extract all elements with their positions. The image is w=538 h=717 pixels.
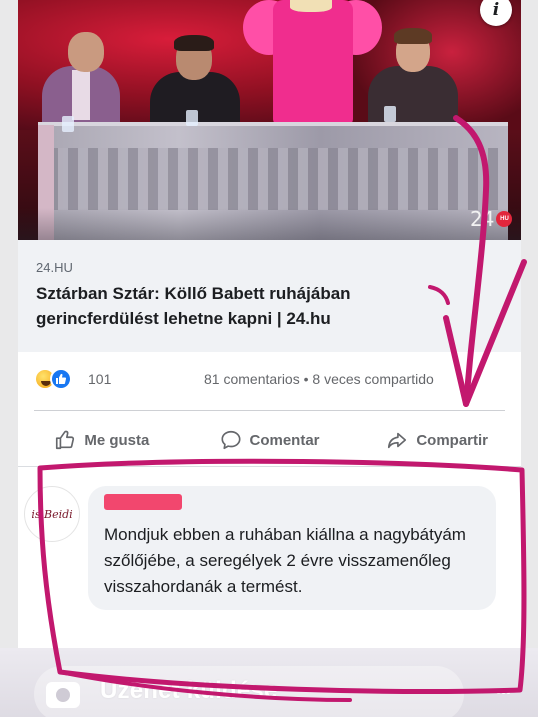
message-input[interactable]: Üzenet küldése [100, 677, 278, 705]
like-button-label: Me gusta [84, 431, 150, 449]
more-options-icon[interactable]: ... [496, 678, 511, 699]
pink-dress [273, 0, 353, 125]
comment-bubble[interactable]: Mondjuk ebben a ruhában kiállna a nagybá… [88, 486, 496, 610]
avatar[interactable]: is Beidi [24, 486, 80, 542]
link-preview[interactable]: 24.HU Sztárban Sztár: Köllő Babett ruháj… [18, 240, 521, 352]
judge-4-hair [394, 28, 432, 44]
link-source: 24.HU [36, 260, 73, 275]
share-button[interactable]: Compartir [353, 418, 521, 462]
judges-desk-panel [48, 148, 498, 210]
singer-hair [290, 0, 332, 12]
divider [18, 466, 521, 467]
judge-1-head [68, 32, 104, 72]
water-glass [62, 116, 74, 132]
judge-4-body [368, 66, 458, 130]
judge-1-shirt [72, 70, 90, 120]
share-arrow-icon [388, 432, 407, 449]
screenshot: i 24 HU 24.HU Sztárban Sztár: Köllő Babe… [0, 0, 538, 717]
comment: is Beidi Mondjuk ebben a ruhában kiállna… [18, 478, 521, 648]
water-glass [384, 106, 396, 122]
like-button[interactable]: Me gusta [18, 418, 186, 462]
reaction-count[interactable]: 101 [88, 371, 111, 387]
message-bar: Üzenet küldése ... [0, 648, 538, 717]
comments-shares-count[interactable]: 81 comentarios • 8 veces compartido [204, 371, 434, 387]
divider [34, 410, 505, 411]
channel-logo-badge: HU [496, 211, 513, 227]
reaction-icons[interactable] [34, 368, 78, 390]
comment-text: Mondjuk ebben a ruhában kiállna a nagybá… [104, 525, 466, 596]
comment-bubble-icon [220, 430, 241, 450]
channel-logo-text: 24 [470, 207, 494, 231]
water-glass [186, 110, 198, 126]
post-actions: Me gusta Comentar Compartir [18, 418, 521, 462]
channel-logo: 24 HU [470, 207, 513, 231]
link-thumbnail[interactable]: i 24 HU [18, 0, 521, 240]
comment-button-label: Comentar [249, 431, 320, 449]
reactions-row: 101 81 comentarios • 8 veces compartido [18, 362, 521, 398]
like-icon [50, 368, 72, 390]
thumbs-up-icon [56, 430, 75, 450]
judge-2-hair [174, 35, 214, 51]
post-card: i 24 HU 24.HU Sztárban Sztár: Köllő Babe… [18, 0, 521, 648]
thumbnail-shadow [18, 208, 521, 240]
camera-icon[interactable] [46, 682, 80, 708]
link-headline[interactable]: Sztárban Sztár: Köllő Babett ruhájában g… [36, 281, 476, 331]
avatar-logo-text: is Beidi [31, 507, 73, 521]
redacted-author-name [104, 494, 182, 510]
share-button-label: Compartir [416, 431, 489, 449]
comment-button[interactable]: Comentar [186, 418, 354, 462]
